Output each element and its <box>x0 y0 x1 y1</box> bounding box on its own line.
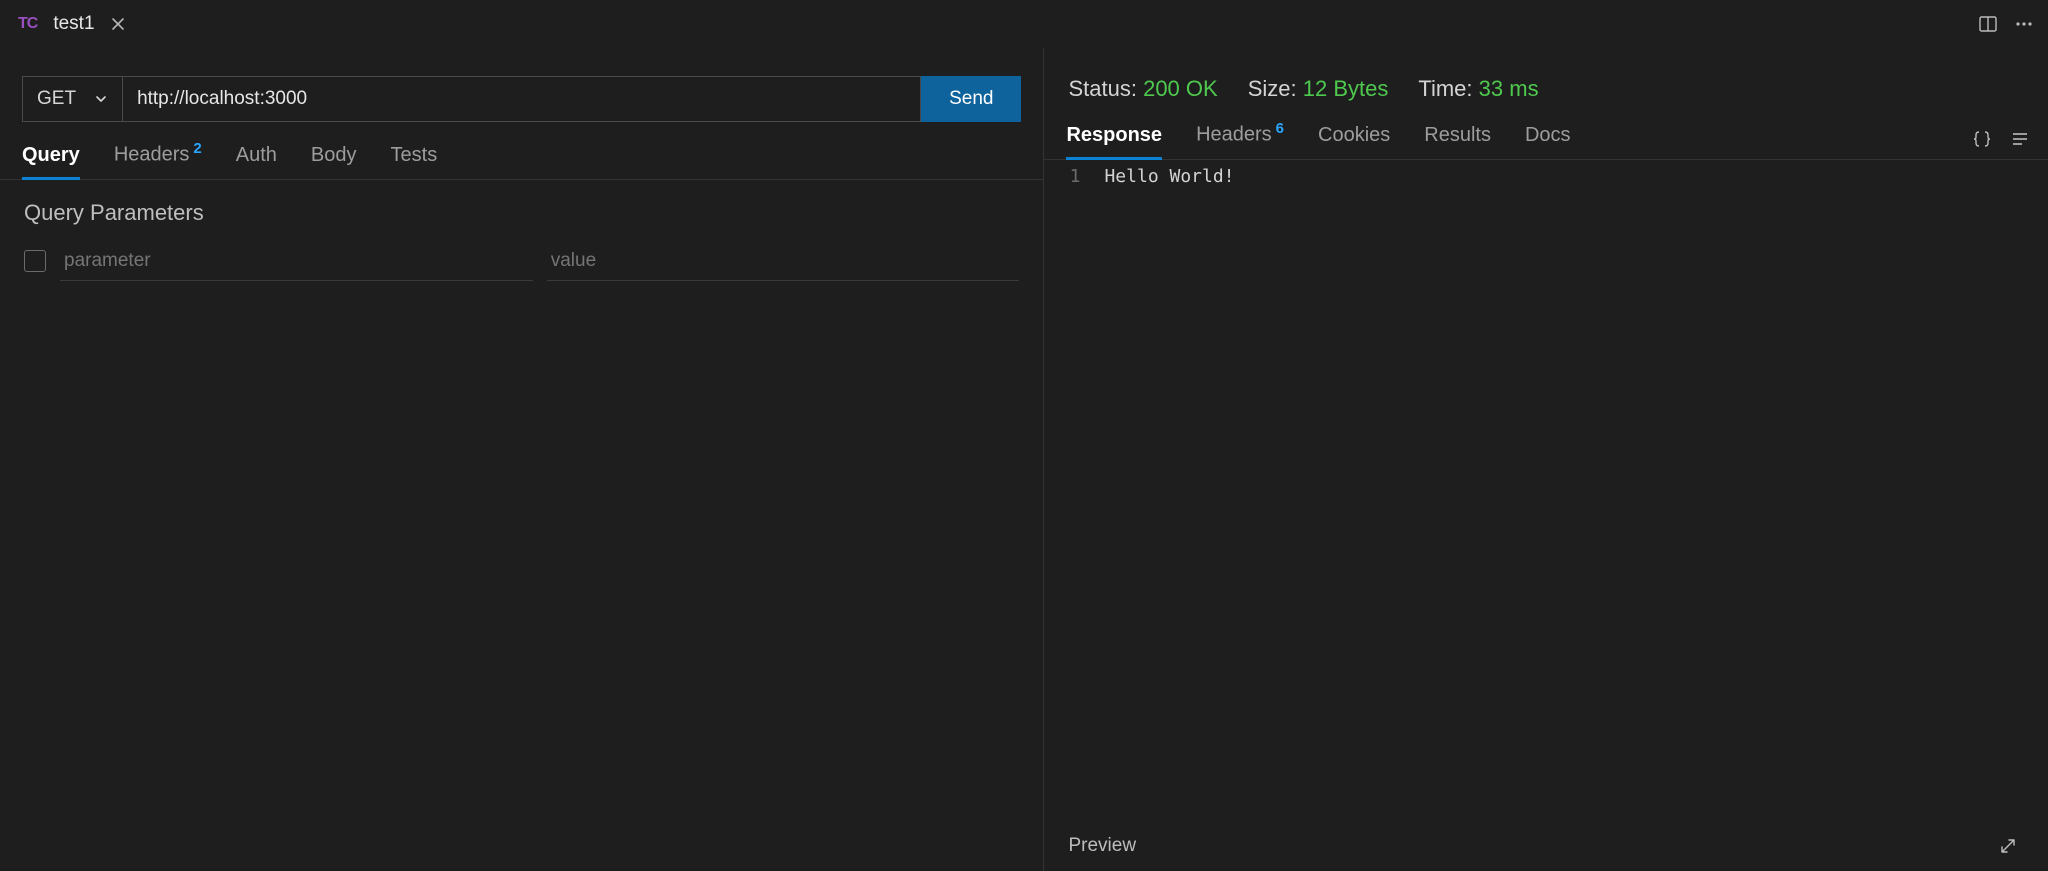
chevron-down-icon <box>94 92 108 106</box>
http-method-label: GET <box>37 88 76 110</box>
tab-label: Tests <box>391 144 438 166</box>
tab-body[interactable]: Body <box>311 144 357 179</box>
close-icon[interactable] <box>111 17 125 31</box>
tab-label: Query <box>22 144 80 166</box>
line-number: 1 <box>1062 166 1080 187</box>
request-panel: GET Send Query Headers2 Auth <box>0 48 1044 871</box>
tab-label: Results <box>1424 124 1491 146</box>
tab-response[interactable]: Response <box>1066 124 1162 159</box>
tab-query[interactable]: Query <box>22 144 80 179</box>
tab-cookies[interactable]: Cookies <box>1318 124 1390 159</box>
time-label: Time: <box>1418 76 1472 101</box>
tab-label: Response <box>1066 124 1162 146</box>
word-wrap-icon[interactable] <box>2010 129 2030 149</box>
tab-label: Auth <box>236 144 277 166</box>
tab-response-headers[interactable]: Headers6 <box>1196 120 1284 159</box>
request-tabs: Query Headers2 Auth Body Tests <box>0 122 1043 180</box>
response-tabs: Response Headers6 Cookies Results Docs <box>1044 102 1972 159</box>
tab-results[interactable]: Results <box>1424 124 1491 159</box>
response-info: Status: 200 OK Size: 12 Bytes Time: 33 m… <box>1044 48 2048 102</box>
tab-label: Cookies <box>1318 124 1390 146</box>
response-panel: Status: 200 OK Size: 12 Bytes Time: 33 m… <box>1044 48 2048 871</box>
tab-label: Headers <box>114 144 190 166</box>
param-name-input[interactable] <box>60 242 533 281</box>
size-value: 12 Bytes <box>1303 76 1389 101</box>
tab-label: Body <box>311 144 357 166</box>
tab-headers[interactable]: Headers2 <box>114 140 202 179</box>
param-value-input[interactable] <box>547 242 1020 281</box>
braces-icon[interactable] <box>1972 129 1992 149</box>
response-text: Hello World! <box>1104 166 1234 187</box>
param-checkbox[interactable] <box>24 250 46 272</box>
tab-auth[interactable]: Auth <box>236 144 277 179</box>
tab-title: test1 <box>53 13 94 35</box>
editor-tabbar: TC test1 <box>0 0 2048 48</box>
tab-badge: 2 <box>193 140 201 157</box>
time-value: 33 ms <box>1479 76 1539 101</box>
editor-tab[interactable]: TC test1 <box>0 0 143 48</box>
tab-docs[interactable]: Docs <box>1525 124 1571 159</box>
preview-label[interactable]: Preview <box>1068 835 1136 857</box>
split-editor-icon[interactable] <box>1978 14 1998 34</box>
response-body[interactable]: 1 Hello World! <box>1044 160 2048 825</box>
http-method-select[interactable]: GET <box>22 76 123 122</box>
url-input[interactable] <box>123 76 921 122</box>
query-param-row <box>0 238 1043 285</box>
size-label: Size: <box>1248 76 1297 101</box>
more-icon[interactable] <box>2014 14 2034 34</box>
status-value: 200 OK <box>1143 76 1218 101</box>
tab-label: Docs <box>1525 124 1571 146</box>
tab-label: Headers <box>1196 124 1272 146</box>
thunder-client-icon: TC <box>18 15 37 33</box>
tab-tests[interactable]: Tests <box>391 144 438 179</box>
query-parameters-heading: Query Parameters <box>0 180 1043 238</box>
status-label: Status: <box>1068 76 1136 101</box>
expand-icon[interactable] <box>1998 836 2024 856</box>
tab-badge: 6 <box>1276 120 1284 137</box>
send-button[interactable]: Send <box>921 76 1021 122</box>
